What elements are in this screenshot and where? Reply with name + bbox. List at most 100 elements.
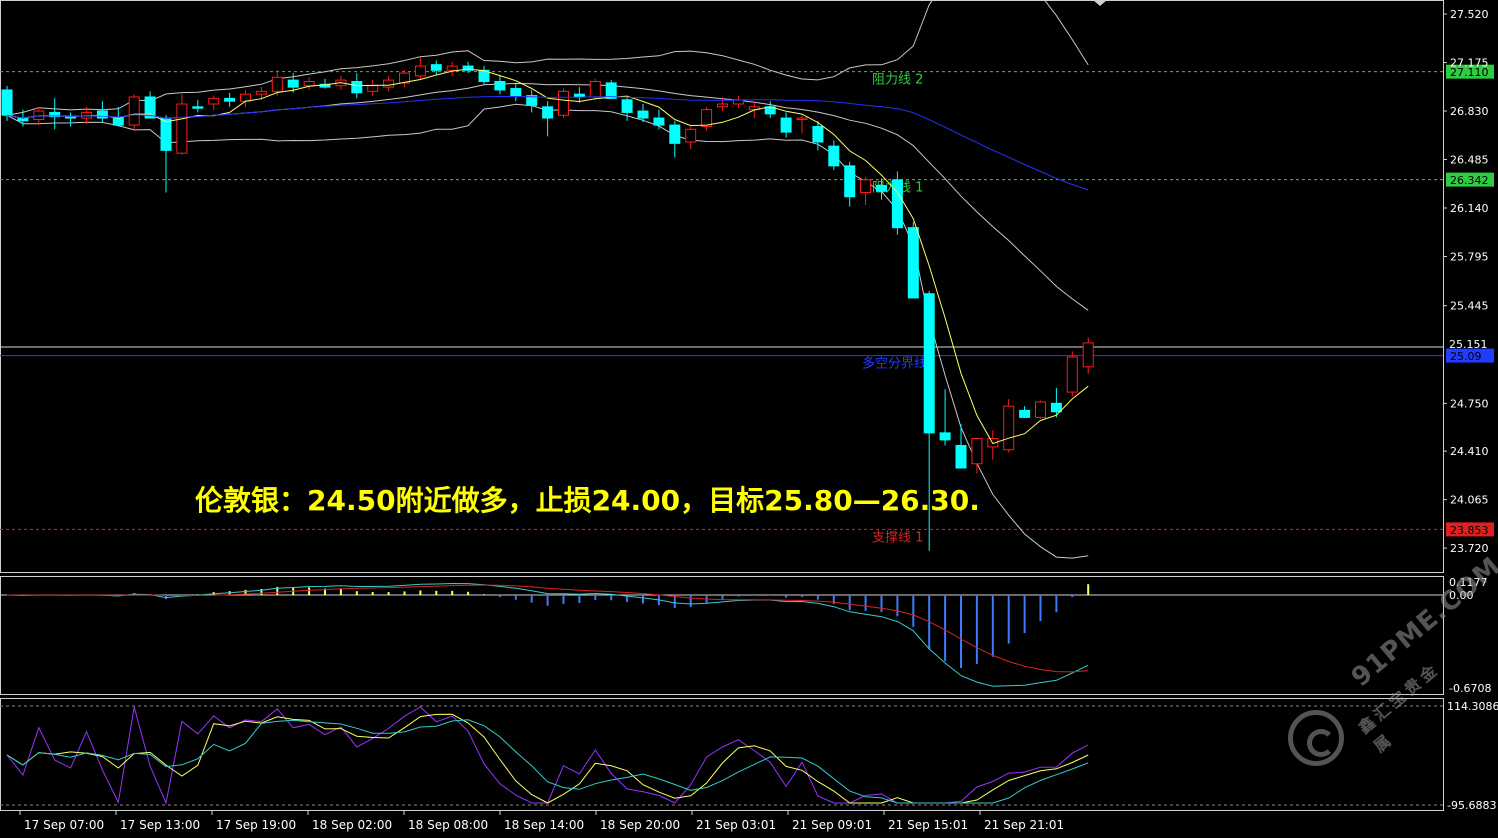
hline-price-2: 26.342	[1450, 174, 1489, 187]
y-tick-label: 23.720	[1450, 542, 1489, 555]
candle	[1019, 406, 1031, 418]
y-tick-label: 25.795	[1450, 250, 1489, 263]
current-price-label: 25.151	[1449, 338, 1488, 351]
candle	[732, 95, 744, 109]
candle	[907, 222, 919, 299]
x-tick-label: 21 Sep 09:01	[792, 818, 872, 832]
candle	[828, 140, 840, 171]
y-tick-label: 24.065	[1450, 494, 1489, 507]
candle-body	[96, 110, 108, 119]
y-tick-label: 26.830	[1450, 105, 1489, 118]
candle	[669, 120, 681, 158]
x-tick-label: 21 Sep 15:01	[888, 818, 968, 832]
candle-body	[1019, 409, 1031, 418]
candle	[860, 177, 872, 206]
x-tick-label: 18 Sep 08:00	[408, 818, 488, 832]
candle-body	[558, 90, 569, 116]
candle	[383, 75, 395, 92]
candle	[208, 95, 220, 110]
y-tick-label: 26.485	[1450, 154, 1489, 167]
candle-body	[685, 128, 697, 143]
candle	[446, 61, 458, 76]
chart-title: 伦敦银：24.50附近做多，止损24.00，目标25.80—26.30.	[195, 484, 980, 517]
candle	[955, 424, 967, 469]
candle	[701, 106, 713, 131]
candle-body	[812, 125, 824, 143]
candle	[192, 99, 204, 113]
candle-body	[971, 437, 983, 465]
candle	[176, 94, 188, 155]
hline-label-4: 支撑线 1	[872, 530, 923, 545]
candle-body	[701, 109, 713, 127]
candle-body	[796, 117, 808, 120]
x-tick-label: 17 Sep 19:00	[216, 818, 296, 832]
candle	[1050, 387, 1062, 418]
candle	[430, 60, 442, 75]
candle	[653, 109, 665, 130]
candle	[1035, 400, 1046, 419]
candle-body	[128, 96, 140, 126]
candle-body	[1003, 405, 1015, 451]
candle-body	[160, 117, 172, 151]
candle	[49, 98, 61, 130]
candle-body	[589, 81, 601, 98]
candle-body	[891, 179, 903, 229]
candle-body	[1066, 356, 1078, 393]
osc-tick-label: 114.3086	[1447, 700, 1498, 713]
x-tick-label: 17 Sep 13:00	[120, 818, 200, 832]
candle-body	[1082, 342, 1094, 368]
candle	[685, 126, 697, 149]
macd-panel-frame	[0, 576, 1444, 695]
candle	[510, 84, 522, 102]
candle-body	[907, 227, 919, 299]
candle	[303, 77, 315, 90]
hline-price-3: 25.09	[1450, 350, 1482, 363]
candle	[160, 115, 172, 193]
macd-tick-label: 0.00	[1449, 589, 1474, 602]
candle-body	[828, 145, 840, 167]
macd-tick-label: 0.1177	[1449, 576, 1488, 589]
y-tick-label: 27.175	[1450, 57, 1489, 70]
candle-body	[605, 82, 617, 99]
shift-marker-icon	[1093, 0, 1107, 6]
y-tick-label: 27.520	[1450, 8, 1489, 21]
candle-body	[669, 124, 681, 144]
macd-tick-label: -0.6708	[1449, 682, 1491, 695]
candle	[65, 112, 77, 127]
candle-body	[621, 99, 633, 113]
candle-body	[430, 64, 442, 71]
candle-body	[176, 103, 188, 154]
candle-body	[208, 97, 220, 105]
x-tick-label: 21 Sep 21:01	[984, 818, 1064, 832]
hline-price-4: 23.853	[1450, 524, 1489, 537]
osc-panel-frame	[0, 698, 1444, 811]
candle	[1082, 337, 1094, 374]
candle	[987, 430, 999, 460]
candle-body	[112, 117, 124, 126]
candle-body	[955, 445, 967, 469]
candle-body	[1050, 402, 1062, 413]
candle	[1066, 351, 1078, 397]
osc-signal-line	[6, 713, 1089, 804]
candle	[780, 112, 792, 138]
candle	[939, 389, 951, 446]
candle-body	[573, 93, 585, 98]
candle	[240, 89, 251, 107]
candle-body	[542, 106, 554, 119]
candle-body	[1, 89, 13, 116]
candle-body	[351, 81, 363, 94]
candle	[605, 80, 617, 99]
candle	[971, 437, 983, 474]
candle	[319, 78, 331, 89]
candle	[414, 57, 426, 81]
candle	[573, 87, 585, 103]
candle-body	[255, 90, 267, 95]
candle-body	[876, 185, 887, 192]
x-tick-label: 21 Sep 03:01	[696, 818, 776, 832]
candle-body	[494, 81, 506, 91]
candle-body	[637, 110, 649, 119]
x-tick-label: 18 Sep 14:00	[504, 818, 584, 832]
candle-body	[717, 103, 728, 108]
trading-chart: 阻力线 2 27.110 阻力线 1 26.342 多空分界线 25.09 支撑线 1 23.…	[0, 0, 1498, 834]
candle-body	[653, 117, 665, 126]
